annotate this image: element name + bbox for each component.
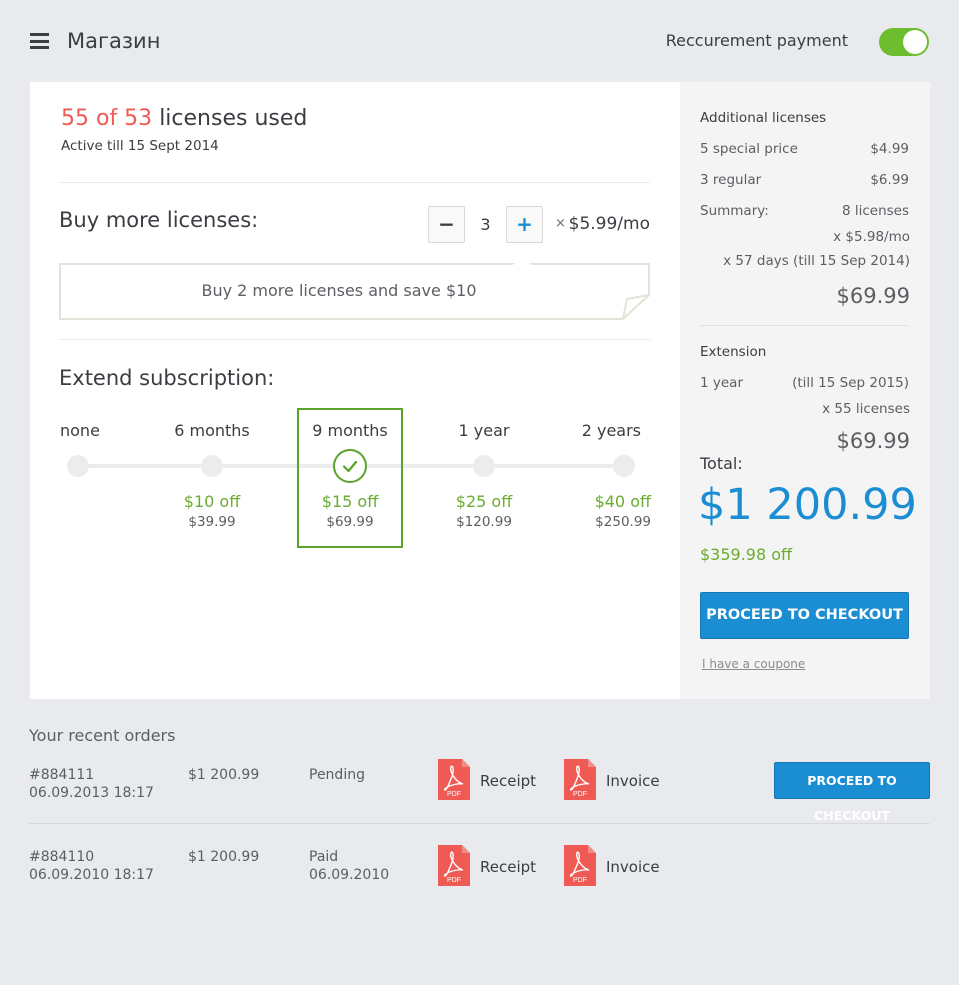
period-label: 9 months	[312, 421, 388, 440]
pdf-icon-label: PDF	[447, 877, 461, 884]
order-amount: $1 200.99	[188, 767, 260, 783]
recurring-payment-toggle[interactable]	[879, 28, 929, 56]
summary-row-value: $6.99	[870, 172, 909, 188]
divider	[700, 325, 909, 326]
buy-licenses-title: Buy more licenses:	[59, 208, 259, 232]
licenses-used: 55 of 53 licenses used	[61, 106, 307, 131]
invoice-link[interactable]: PDF Invoice	[564, 845, 660, 890]
pdf-icon-label: PDF	[573, 877, 587, 884]
licenses-used-suffix: licenses used	[159, 106, 308, 131]
invoice-label: Invoice	[606, 858, 660, 876]
pdf-icon: PDF	[564, 845, 596, 886]
order-id: #884111	[29, 767, 95, 783]
extension-licenses: x 55 licenses	[822, 401, 910, 417]
period-discount: $40 off	[594, 492, 651, 511]
extend-subscription-title: Extend subscription:	[59, 366, 275, 390]
order-row: #884110 06.09.2010 18:17 $1 200.99 Paid …	[29, 845, 930, 926]
period-discount: $10 off	[183, 492, 241, 511]
proceed-to-checkout-button[interactable]: PROCEED TO CHECKOUT	[700, 592, 909, 639]
extension-till: (till 15 Sep 2015)	[792, 375, 909, 391]
summary-rate: x $5.98/mo	[833, 229, 910, 245]
order-date: 06.09.2010 18:17	[29, 867, 154, 883]
divider	[59, 339, 650, 340]
summary-days: x 57 days (till 15 Sep 2014)	[723, 253, 910, 269]
pdf-icon-label: PDF	[447, 791, 461, 798]
period-discount: $25 off	[455, 492, 513, 511]
extension-title: Extension	[700, 344, 767, 360]
additional-total: $69.99	[836, 284, 910, 308]
unit-price: $5.99/mo	[568, 214, 650, 234]
promo-box: Buy 2 more licenses and save $10	[59, 263, 650, 320]
order-row: #884111 06.09.2013 18:17 $1 200.99 Pendi…	[29, 759, 930, 844]
summary-row-label: 3 regular	[700, 172, 762, 188]
pdf-icon: PDF	[438, 759, 470, 800]
decrease-quantity-button[interactable]: −	[428, 206, 465, 243]
recent-orders-title: Your recent orders	[29, 726, 176, 745]
period-price: $250.99	[595, 514, 651, 530]
summary-row-value: 8 licenses	[841, 203, 909, 219]
period-label: 2 years	[581, 421, 641, 440]
promo-text: Buy 2 more licenses and save $10	[201, 281, 477, 300]
summary-row-value: $4.99	[870, 141, 909, 157]
receipt-link[interactable]: PDF Receipt	[438, 759, 536, 804]
total-label: Total:	[700, 454, 743, 473]
order-date: 06.09.2013 18:17	[29, 785, 154, 801]
extension-period: 1 year	[700, 375, 743, 391]
summary-row: 3 regular $6.99	[700, 172, 909, 188]
total-discount: $359.98 off	[700, 545, 793, 564]
total-value: $1 200.99	[698, 480, 917, 530]
app-title: Магазин	[67, 29, 161, 53]
header: Магазин Reccurement payment	[0, 0, 959, 82]
divider	[59, 182, 650, 183]
invoice-label: Invoice	[606, 772, 660, 790]
main-panel: 55 of 53 licenses used Active till 15 Se…	[30, 82, 680, 699]
summary-panel: Additional licenses 5 special price $4.9…	[680, 82, 930, 699]
order-status-date: 06.09.2010	[309, 867, 390, 883]
receipt-link[interactable]: PDF Receipt	[438, 845, 536, 890]
summary-row: 5 special price $4.99	[700, 141, 909, 157]
hamburger-menu-icon[interactable]	[30, 33, 49, 49]
order-id: #884110	[29, 849, 95, 865]
recurring-payment-label: Reccurement payment	[665, 31, 848, 50]
period-dot	[613, 455, 635, 477]
summary-row: Summary: 8 licenses	[700, 203, 909, 219]
period-dot	[473, 455, 495, 477]
receipt-label: Receipt	[480, 858, 537, 876]
period-discount: $15 off	[321, 492, 379, 511]
additional-licenses-title: Additional licenses	[700, 110, 827, 126]
divider	[29, 823, 930, 824]
pdf-icon-label: PDF	[573, 791, 587, 798]
period-price: $120.99	[456, 514, 512, 530]
period-dot	[201, 455, 223, 477]
increase-quantity-button[interactable]: +	[506, 206, 543, 243]
pdf-icon: PDF	[564, 759, 596, 800]
period-dot	[67, 455, 89, 477]
toggle-knob	[903, 30, 927, 54]
summary-row-label: 5 special price	[700, 141, 798, 157]
period-price: $69.99	[326, 514, 374, 530]
licenses-used-count: 55 of 53	[61, 106, 153, 131]
pdf-icon: PDF	[438, 845, 470, 886]
period-label: 6 months	[174, 421, 250, 440]
active-till: Active till 15 Sept 2014	[61, 138, 219, 154]
order-status: Pending	[309, 767, 365, 783]
times-sign: ×	[555, 216, 566, 231]
period-price: $39.99	[188, 514, 236, 530]
check-icon	[333, 449, 367, 483]
order-amount: $1 200.99	[188, 849, 260, 865]
quantity-value[interactable]: 3	[465, 206, 506, 243]
receipt-label: Receipt	[480, 772, 537, 790]
coupon-link[interactable]: I have a coupone	[702, 657, 805, 671]
extension-total: $69.99	[836, 429, 910, 453]
summary-row-label: Summary:	[700, 203, 769, 219]
invoice-link[interactable]: PDF Invoice	[564, 759, 660, 804]
order-status: Paid	[309, 849, 339, 865]
extension-row: 1 year (till 15 Sep 2015)	[700, 375, 909, 391]
order-checkout-button[interactable]: PROCEED TO CHECKOUT	[774, 762, 930, 823]
